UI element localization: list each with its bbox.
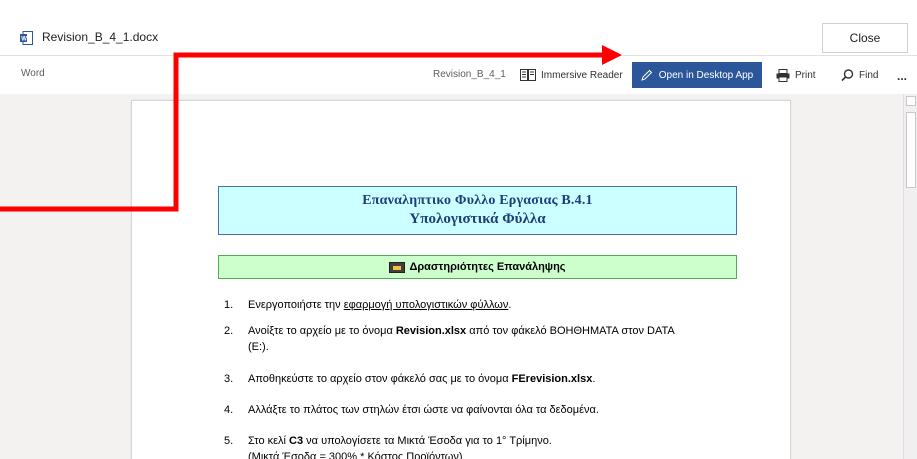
worksheet-subtitle: Υπολογιστικά Φύλλα: [409, 211, 546, 227]
item-text-segment: (Μικτά Έσοδα = 300% * Κόστος Προϊόντων): [248, 451, 463, 459]
item-text-segment: .: [508, 299, 512, 311]
item-number: 4.: [224, 404, 234, 416]
item-number: 5.: [224, 435, 234, 447]
item-text: Στο κελί C3 να υπολογίσετε τα Μικτά Έσοδ…: [248, 433, 748, 459]
document-breadcrumb[interactable]: Revision_B_4_1: [433, 69, 506, 80]
activities-icon: [389, 261, 406, 273]
pencil-icon: [640, 69, 652, 81]
item-text-segment: (E:).: [248, 341, 269, 353]
item-text-segment: να υπολογίσετε τα Μικτά Έσοδα για το 1° …: [303, 435, 552, 447]
activities-heading-box: Δραστηριότητες Επανάληψης: [218, 255, 737, 279]
find-button[interactable]: Find: [841, 57, 878, 94]
activities-heading: Δραστηριότητες Επανάληψης: [409, 261, 566, 273]
word-doc-icon: W: [20, 31, 33, 45]
item-text: Αλλάξτε το πλάτος των στηλών έτσι ώστε ν…: [248, 402, 748, 418]
item-bold-text: C3: [289, 435, 304, 447]
worksheet-title: Επαναληπτικο Φυλλο Εργασιας Β.4.1: [362, 193, 593, 208]
search-icon: [841, 69, 854, 82]
immersive-reader-icon: [520, 69, 536, 81]
document-page: Επαναληπτικο Φυλλο Εργασιας Β.4.1 Υπολογ…: [131, 100, 791, 459]
find-label: Find: [859, 70, 879, 81]
svg-text:W: W: [21, 37, 27, 43]
document-canvas[interactable]: Επαναληπτικο Φυλλο Εργασιας Β.4.1 Υπολογ…: [0, 94, 903, 459]
document-name: Revision_B_4_1.docx: [42, 30, 159, 44]
open-in-desktop-app-label: Open in Desktop App: [658, 69, 754, 81]
spreadsheet-app-link[interactable]: εφαρμογή υπολογιστικών φύλλων: [344, 299, 509, 311]
worksheet-title-box: Επαναληπτικο Φυλλο Εργασιας Β.4.1 Υπολογ…: [218, 186, 737, 235]
scroll-thumb[interactable]: [906, 112, 916, 188]
scroll-up-arrow-icon[interactable]: [906, 96, 916, 106]
item-text-segment: Ανοίξτε το αρχείο με το όνομα: [248, 325, 396, 337]
item-text-segment: .: [592, 373, 596, 385]
item-text: Αποθηκεύστε το αρχείο στον φάκελό σας με…: [248, 371, 748, 387]
open-in-desktop-app-button[interactable]: Open in Desktop App: [632, 62, 762, 88]
word-online-viewer: W Revision_B_4_1.docx Close Word Revisio…: [0, 0, 917, 459]
item-text: Ενεργοποιήστε την εφαρμογή υπολογιστικών…: [248, 297, 748, 313]
item-number: 1.: [224, 299, 234, 311]
item-number: 2.: [224, 325, 234, 337]
command-bar: Word Revision_B_4_1 Immersive Reader Ope…: [0, 57, 917, 94]
item-text-segment: Στο κελί: [248, 435, 290, 447]
item-text-segment: από τον φάκελό ΒΟΗΘΗΜΑΤΑ στον DATA: [466, 325, 675, 337]
item-text: Ανοίξτε το αρχείο με το όνομα Revision.x…: [248, 323, 748, 355]
printer-icon: [776, 69, 790, 82]
title-bar: W Revision_B_4_1.docx Close: [0, 20, 917, 56]
app-name: Word: [21, 68, 45, 79]
print-button[interactable]: Print: [776, 57, 816, 94]
immersive-reader-label: Immersive Reader: [541, 70, 623, 81]
item-bold-text: FErevision.xlsx: [511, 373, 593, 385]
immersive-reader-button[interactable]: Immersive Reader: [520, 57, 623, 94]
item-text-segment: Ενεργοποιήστε την: [248, 299, 344, 311]
close-button[interactable]: Close: [822, 23, 908, 53]
item-number: 3.: [224, 373, 234, 385]
vertical-scrollbar[interactable]: [903, 94, 917, 459]
print-label: Print: [795, 70, 816, 81]
item-text-segment: Αλλάξτε το πλάτος των στηλών έτσι ώστε ν…: [248, 404, 599, 416]
item-bold-text: Revision.xlsx: [395, 325, 467, 337]
item-text-segment: Αποθηκεύστε το αρχείο στον φάκελό σας με…: [248, 373, 512, 385]
more-options-button[interactable]: ...: [897, 57, 907, 94]
